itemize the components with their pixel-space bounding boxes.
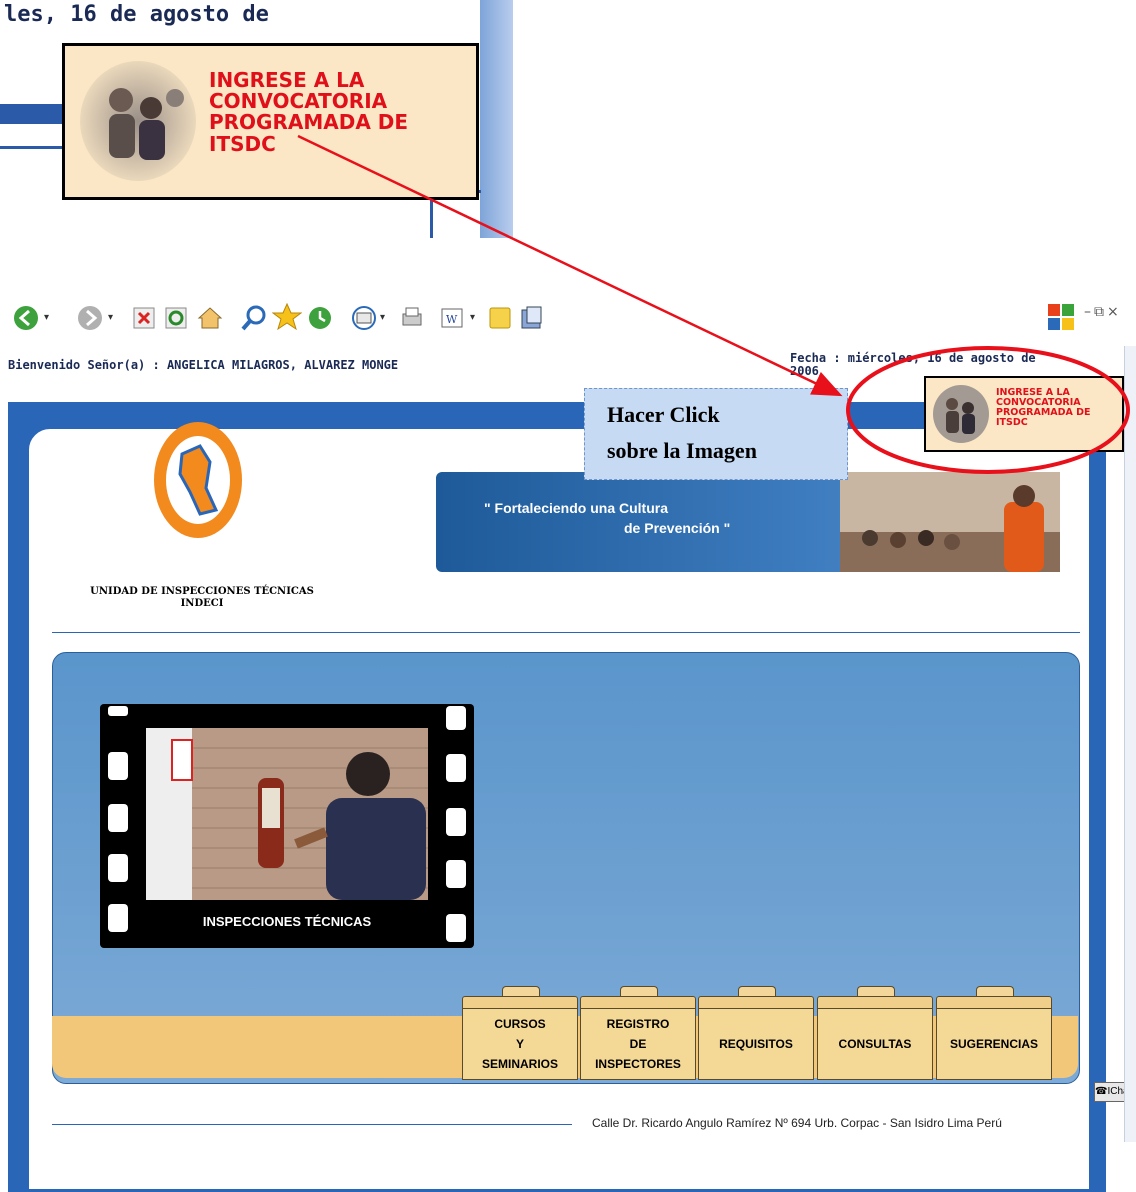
- highlight-ellipse: [846, 346, 1130, 474]
- pointer-arrow: [297, 134, 843, 397]
- annotation-layer: [297, 134, 1130, 474]
